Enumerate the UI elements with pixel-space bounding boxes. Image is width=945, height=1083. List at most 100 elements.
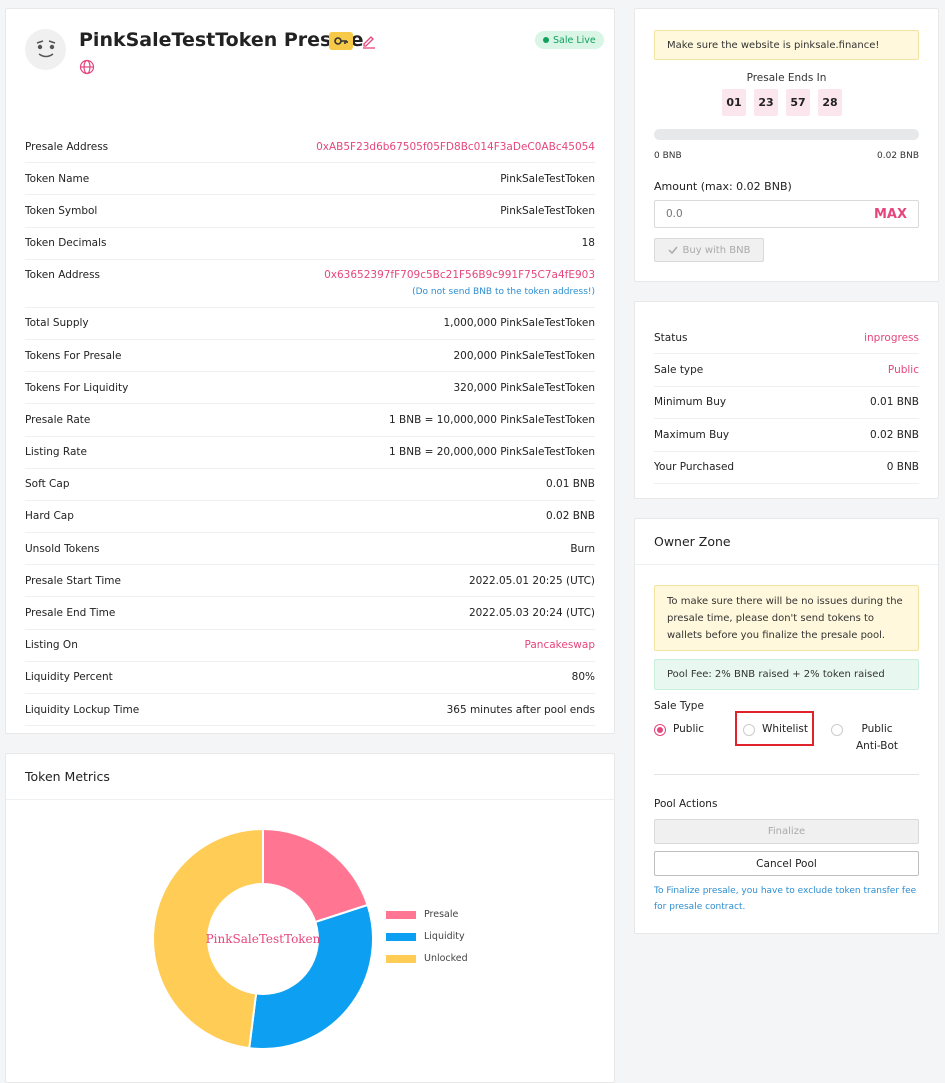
info-value: PinkSaleTestToken — [500, 204, 595, 217]
countdown-minutes: 57 — [786, 89, 810, 116]
info-label: Presale Rate — [25, 413, 91, 426]
status-badge: Sale Live — [535, 31, 604, 49]
info-value: 2022.05.03 20:24 (UTC) — [468, 607, 595, 620]
legend-item-presale[interactable]: Presale — [386, 909, 468, 920]
info-row-token-address: Token Address 0x63652397fF709c5Bc21F56B9… — [25, 260, 595, 308]
sale-type-label: Sale Type — [654, 700, 704, 712]
finalize-note: To Finalize presale, you have to exclude… — [654, 886, 917, 912]
owner-zone-title: Owner Zone — [635, 519, 938, 565]
sale-type-public-antibot-radio[interactable]: Public Anti-Bot — [831, 723, 904, 755]
legend-item-unlocked[interactable]: Unlocked — [386, 953, 468, 964]
info-row-liquidity-lockup: Liquidity Lockup Time 365 minutes after … — [25, 694, 595, 727]
countdown-days: 01 — [722, 89, 746, 116]
amount-field: MAX — [654, 200, 919, 228]
info-value: 0.02 BNB — [546, 510, 595, 523]
info-row-tokens-for-liquidity: Tokens For Liquidity 320,000 PinkSaleTes… — [25, 372, 595, 405]
status-label: Minimum Buy — [654, 396, 727, 409]
info-row-unsold-tokens: Unsold Tokens Burn — [25, 533, 595, 566]
info-label: Total Supply — [25, 317, 89, 330]
info-value: 1,000,000 PinkSaleTestToken — [443, 317, 595, 330]
legend-label: Presale — [424, 909, 459, 920]
info-label: Presale End Time — [25, 607, 116, 620]
token-logo — [25, 29, 66, 70]
progress-bar — [654, 129, 919, 140]
info-row-liquidity-percent: Liquidity Percent 80% — [25, 662, 595, 694]
progress-max-label: 0.02 BNB — [877, 151, 919, 161]
legend-swatch — [386, 932, 416, 941]
status-label: Status — [654, 331, 688, 344]
cancel-pool-button[interactable]: Cancel Pool — [654, 851, 919, 876]
info-label: Tokens For Presale — [25, 349, 122, 362]
info-label: Presale Address — [25, 140, 109, 153]
info-value: 18 — [581, 237, 595, 250]
divider — [654, 774, 919, 775]
token-metrics-chart: PinkSaleTestToken — [151, 827, 375, 1051]
presale-info-table: Presale Address 0xAB5F23d6b67505f05FD8Bc… — [25, 131, 595, 727]
owner-zone-card: Owner Zone To make sure there will be no… — [634, 518, 939, 934]
token-metrics-card: Token Metrics PinkSaleTestToken Presale … — [5, 753, 615, 1083]
info-row-tokens-for-presale: Tokens For Presale 200,000 PinkSaleTestT… — [25, 340, 595, 373]
info-label: Unsold Tokens — [25, 542, 100, 555]
finalize-button[interactable]: Finalize — [654, 819, 919, 844]
listing-on-link[interactable]: Pancakeswap — [525, 639, 595, 651]
key-icon[interactable] — [329, 32, 353, 50]
info-label: Liquidity Lockup Time — [25, 703, 140, 716]
progress-min-label: 0 BNB — [654, 151, 682, 161]
status-row-your-purchased: Your Purchased 0 BNB — [654, 452, 919, 484]
token-metrics-title: Token Metrics — [6, 754, 614, 800]
info-value: 1 BNB = 10,000,000 PinkSaleTestToken — [389, 413, 595, 426]
live-dot-icon — [543, 37, 549, 43]
page-title: PinkSaleTestToken Presale — [79, 29, 364, 51]
legend-swatch — [386, 954, 416, 963]
info-row-listing-rate: Listing Rate 1 BNB = 20,000,000 PinkSale… — [25, 437, 595, 469]
info-row-token-name: Token Name PinkSaleTestToken — [25, 163, 595, 196]
amount-input[interactable] — [666, 208, 816, 220]
status-badge-label: Sale Live — [553, 34, 596, 46]
status-row-status: Status inprogress — [654, 322, 919, 355]
edit-icon[interactable] — [361, 33, 377, 49]
info-label: Token Decimals — [25, 237, 107, 250]
info-label: Tokens For Liquidity — [25, 381, 129, 394]
whitelist-highlight-box — [735, 711, 814, 746]
info-row-token-symbol: Token Symbol PinkSaleTestToken — [25, 195, 595, 228]
owner-warning-note: To make sure there will be no issues dur… — [654, 585, 919, 651]
status-label: Maximum Buy — [654, 428, 730, 441]
info-row-presale-end: Presale End Time 2022.05.03 20:24 (UTC) — [25, 597, 595, 630]
status-row-sale-type: Sale type Public — [654, 354, 919, 387]
radio-empty-icon — [831, 724, 843, 736]
presale-address-link[interactable]: 0xAB5F23d6b67505f05FD8Bc014F3aDeC0ABc450… — [316, 141, 595, 153]
info-label: Presale Start Time — [25, 574, 121, 587]
info-label: Token Address — [25, 268, 101, 281]
buy-with-bnb-button[interactable]: Buy with BNB — [654, 238, 764, 262]
countdown-hours: 23 — [754, 89, 778, 116]
info-value: PinkSaleTestToken — [500, 172, 595, 185]
radio-label: Public Anti-Bot — [855, 723, 899, 752]
check-icon — [668, 246, 678, 254]
info-value: 2022.05.01 20:25 (UTC) — [468, 574, 595, 587]
status-value: 0.02 BNB — [870, 428, 919, 441]
pool-fee-note: Pool Fee: 2% BNB raised + 2% token raise… — [654, 659, 919, 690]
pool-status-card: Status inprogress Sale type Public Minim… — [634, 301, 939, 499]
max-button[interactable]: MAX — [874, 207, 907, 222]
token-address-link[interactable]: 0x63652397fF709c5Bc21F56B9c991F75C7a4fE9… — [324, 269, 595, 281]
info-value: 365 minutes after pool ends — [446, 703, 595, 716]
radio-label: Public — [673, 723, 705, 735]
info-value: Burn — [570, 542, 595, 555]
legend-item-liquidity[interactable]: Liquidity — [386, 931, 468, 942]
status-value: inprogress — [864, 331, 919, 344]
token-address-warning: (Do not send BNB to the token address!) — [412, 286, 595, 297]
info-row-presale-rate: Presale Rate 1 BNB = 10,000,000 PinkSale… — [25, 404, 595, 437]
smiley-face-icon — [36, 39, 55, 57]
chart-legend: Presale Liquidity Unlocked — [386, 909, 468, 975]
info-row-presale-start: Presale Start Time 2022.05.01 20:25 (UTC… — [25, 565, 595, 598]
sale-type-public-radio[interactable]: Public — [654, 723, 704, 736]
info-row-hard-cap: Hard Cap 0.02 BNB — [25, 501, 595, 534]
info-label: Liquidity Percent — [25, 671, 113, 684]
buy-card: Make sure the website is pinksale.financ… — [634, 8, 939, 282]
info-value: 0.01 BNB — [546, 478, 595, 491]
legend-label: Liquidity — [424, 931, 465, 942]
presale-ends-label: Presale Ends In — [746, 72, 827, 84]
info-value: 320,000 PinkSaleTestToken — [453, 381, 595, 394]
globe-icon[interactable] — [79, 59, 95, 75]
radio-selected-icon — [654, 724, 666, 736]
